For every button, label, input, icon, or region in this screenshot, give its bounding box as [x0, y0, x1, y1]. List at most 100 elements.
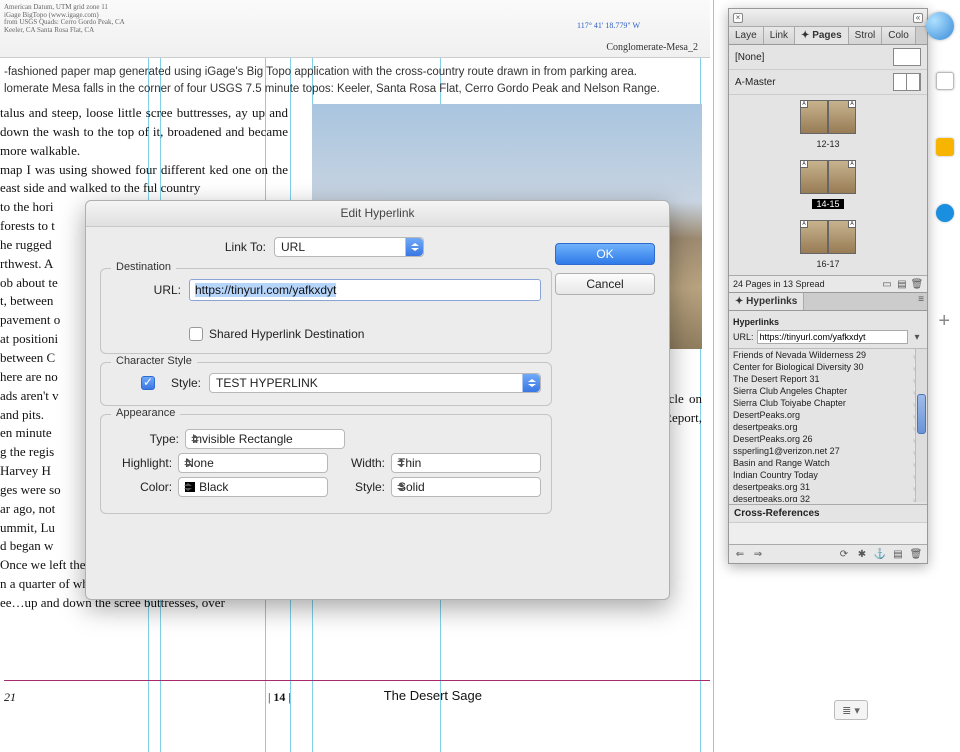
pages-status-bar: 24 Pages in 13 Spread ▭ ▤ 🗑	[729, 275, 927, 292]
hyperlinks-iconbar: ⇐ ⇒ ⟳ ✱ ⚓ ▤ 🗑	[729, 544, 927, 563]
hl-url-label: URL:	[733, 332, 754, 342]
caption-line2: lomerate Mesa falls in the corner of fou…	[4, 81, 704, 98]
hl-url-dropdown-icon[interactable]: ▾	[911, 331, 923, 343]
page-number-left: 21	[4, 689, 16, 706]
hyperlink-item[interactable]: desertpeaks.org 32	[729, 493, 927, 502]
go-back-icon[interactable]: ⇐	[734, 548, 746, 560]
new-page-icon[interactable]: ▤	[896, 278, 908, 290]
url-label: URL:	[111, 283, 181, 297]
character-style-fieldset: Character Style Style: TEST HYPERLINK	[100, 362, 552, 406]
hyperlink-item[interactable]: DesertPeaks.org 26	[729, 433, 927, 445]
appearance-legend: Appearance	[111, 407, 180, 419]
type-label: Type:	[111, 432, 179, 446]
hyperlink-item[interactable]: Indian Country Today	[729, 469, 927, 481]
highlight-select[interactable]: None	[178, 453, 328, 473]
keep-icon[interactable]	[936, 138, 954, 156]
hyperlink-item[interactable]: DesertPeaks.org	[729, 409, 927, 421]
panel-topbar[interactable]: × «	[729, 9, 927, 27]
hyperlinks-tab[interactable]: ✦ Hyperlinks	[729, 293, 804, 310]
footer-publication: The Desert Sage	[384, 687, 482, 706]
hyperlinks-heading: Hyperlinks	[733, 317, 923, 327]
link-icon[interactable]: ✱	[856, 548, 868, 560]
anchor-icon[interactable]: ⚓	[874, 548, 886, 560]
panel-stack: × « LayeLink✦ PagesStrolColo [None] A-Ma…	[728, 8, 928, 564]
map-title: Conglomerate-Mesa_2	[606, 41, 698, 56]
dialog-title: Edit Hyperlink	[86, 201, 669, 227]
color-label: Color:	[111, 480, 172, 494]
link-to-select[interactable]: URL	[274, 237, 424, 257]
hyperlink-item[interactable]: The Desert Report 31	[729, 373, 927, 385]
character-style-select[interactable]: TEST HYPERLINK	[209, 373, 541, 393]
panel-menu-icon[interactable]: ≡	[915, 293, 927, 305]
hyperlinks-list[interactable]: Friends of Nevada Wilderness 29Center fo…	[729, 348, 927, 502]
character-style-legend: Character Style	[111, 355, 197, 367]
panel-tab-link[interactable]: Link	[764, 27, 795, 44]
side-app-icons	[936, 32, 954, 222]
panel-tab-pages[interactable]: ✦ Pages	[795, 27, 849, 44]
style-label: Style:	[161, 376, 201, 390]
link-to-label: Link To:	[210, 240, 266, 254]
pages-status-text: 24 Pages in 13 Spread	[733, 279, 825, 289]
hl-url-input[interactable]	[757, 330, 908, 344]
edit-page-icon[interactable]: ▭	[881, 278, 893, 290]
go-forward-icon[interactable]: ⇒	[752, 548, 764, 560]
width-select[interactable]: Thin	[391, 453, 541, 473]
cross-references-header[interactable]: Cross-References	[729, 504, 927, 522]
appearance-fieldset: Appearance Type: Invisible Rectangle Hig…	[100, 414, 552, 514]
add-sidebar-icon[interactable]: +	[938, 310, 950, 333]
trash-icon[interactable]: 🗑	[910, 548, 922, 560]
new-hyperlink-icon[interactable]: ▤	[892, 548, 904, 560]
map-datum: American Datum, UTM grid zone 11 iGage B…	[4, 4, 125, 35]
hyperlink-item[interactable]: Sierra Club Angeles Chapter	[729, 385, 927, 397]
hyperlink-item[interactable]: ssperling1@verizon.net 27	[729, 445, 927, 457]
hyperlink-item[interactable]: desertpeaks.org	[729, 421, 927, 433]
style2-select[interactable]: Solid	[391, 477, 541, 497]
trash-icon[interactable]: 🗑	[911, 278, 923, 290]
ok-button[interactable]: OK	[555, 243, 655, 265]
tasks-icon[interactable]	[936, 204, 954, 222]
edit-hyperlink-dialog: Edit Hyperlink OK Cancel Link To: URL De…	[85, 200, 670, 600]
highlight-label: Highlight:	[111, 456, 172, 470]
spread-16-17[interactable]: AA16-17	[729, 215, 927, 275]
hyperlink-item[interactable]: Sierra Club Toiyabe Chapter	[729, 397, 927, 409]
hyperlink-item[interactable]: Friends of Nevada Wilderness 29	[729, 349, 927, 361]
close-icon[interactable]: ×	[733, 13, 743, 23]
url-input[interactable]: https://tinyurl.com/yafkxdyt	[189, 279, 541, 301]
master-a[interactable]: A-Master	[729, 70, 927, 95]
hyperlink-item[interactable]: Center for Biological Diversity 30	[729, 361, 927, 373]
list-style-button[interactable]: ≣ ▾	[834, 700, 868, 720]
map-header: American Datum, UTM grid zone 11 iGage B…	[0, 0, 710, 58]
pages-panel-tabs: LayeLink✦ PagesStrolColo	[729, 27, 927, 45]
spread-14-15[interactable]: AA14-15	[729, 155, 927, 215]
pages-panel-body: [None] A-Master AA12-13AA14-15AA16-17 24…	[729, 45, 927, 292]
panel-tab-laye[interactable]: Laye	[729, 27, 764, 44]
shared-checkbox[interactable]	[189, 327, 203, 341]
cancel-button[interactable]: Cancel	[555, 273, 655, 295]
type-select[interactable]: Invisible Rectangle	[185, 429, 345, 449]
coords-left: -117° 47' 28.295" W	[4, 0, 70, 2]
hyperlink-item[interactable]: Basin and Range Watch	[729, 457, 927, 469]
figure-caption: -fashioned paper map generated using iGa…	[4, 64, 704, 97]
spread-12-13[interactable]: AA12-13	[729, 95, 927, 155]
caption-line1: -fashioned paper map generated using iGa…	[4, 64, 704, 81]
width-label: Width:	[340, 456, 385, 470]
page-number-center: | 14 |	[268, 689, 291, 706]
update-icon[interactable]: ⟳	[838, 548, 850, 560]
destination-fieldset: Destination URL: https://tinyurl.com/yaf…	[100, 268, 552, 354]
hyperlink-item[interactable]: desertpeaks.org 31	[729, 481, 927, 493]
calendar-icon[interactable]	[936, 72, 954, 90]
style-checkbox[interactable]	[141, 376, 155, 390]
style2-label: Style:	[340, 480, 385, 494]
panel-tab-colo[interactable]: Colo	[882, 27, 916, 44]
destination-legend: Destination	[111, 261, 176, 273]
cross-references-body	[729, 522, 927, 544]
master-none[interactable]: [None]	[729, 45, 927, 70]
hyperlinks-panel: ✦ Hyperlinks ≡ Hyperlinks URL: ▾ Friends…	[729, 292, 927, 563]
coords-right: 117° 41' 18.779" W	[577, 20, 640, 32]
color-select[interactable]: Black	[178, 477, 328, 497]
rule	[4, 680, 710, 681]
panel-tab-strol[interactable]: Strol	[849, 27, 883, 44]
shared-label: Shared Hyperlink Destination	[209, 327, 364, 341]
collapse-icon[interactable]: «	[913, 13, 923, 23]
scrollbar[interactable]	[915, 349, 927, 502]
